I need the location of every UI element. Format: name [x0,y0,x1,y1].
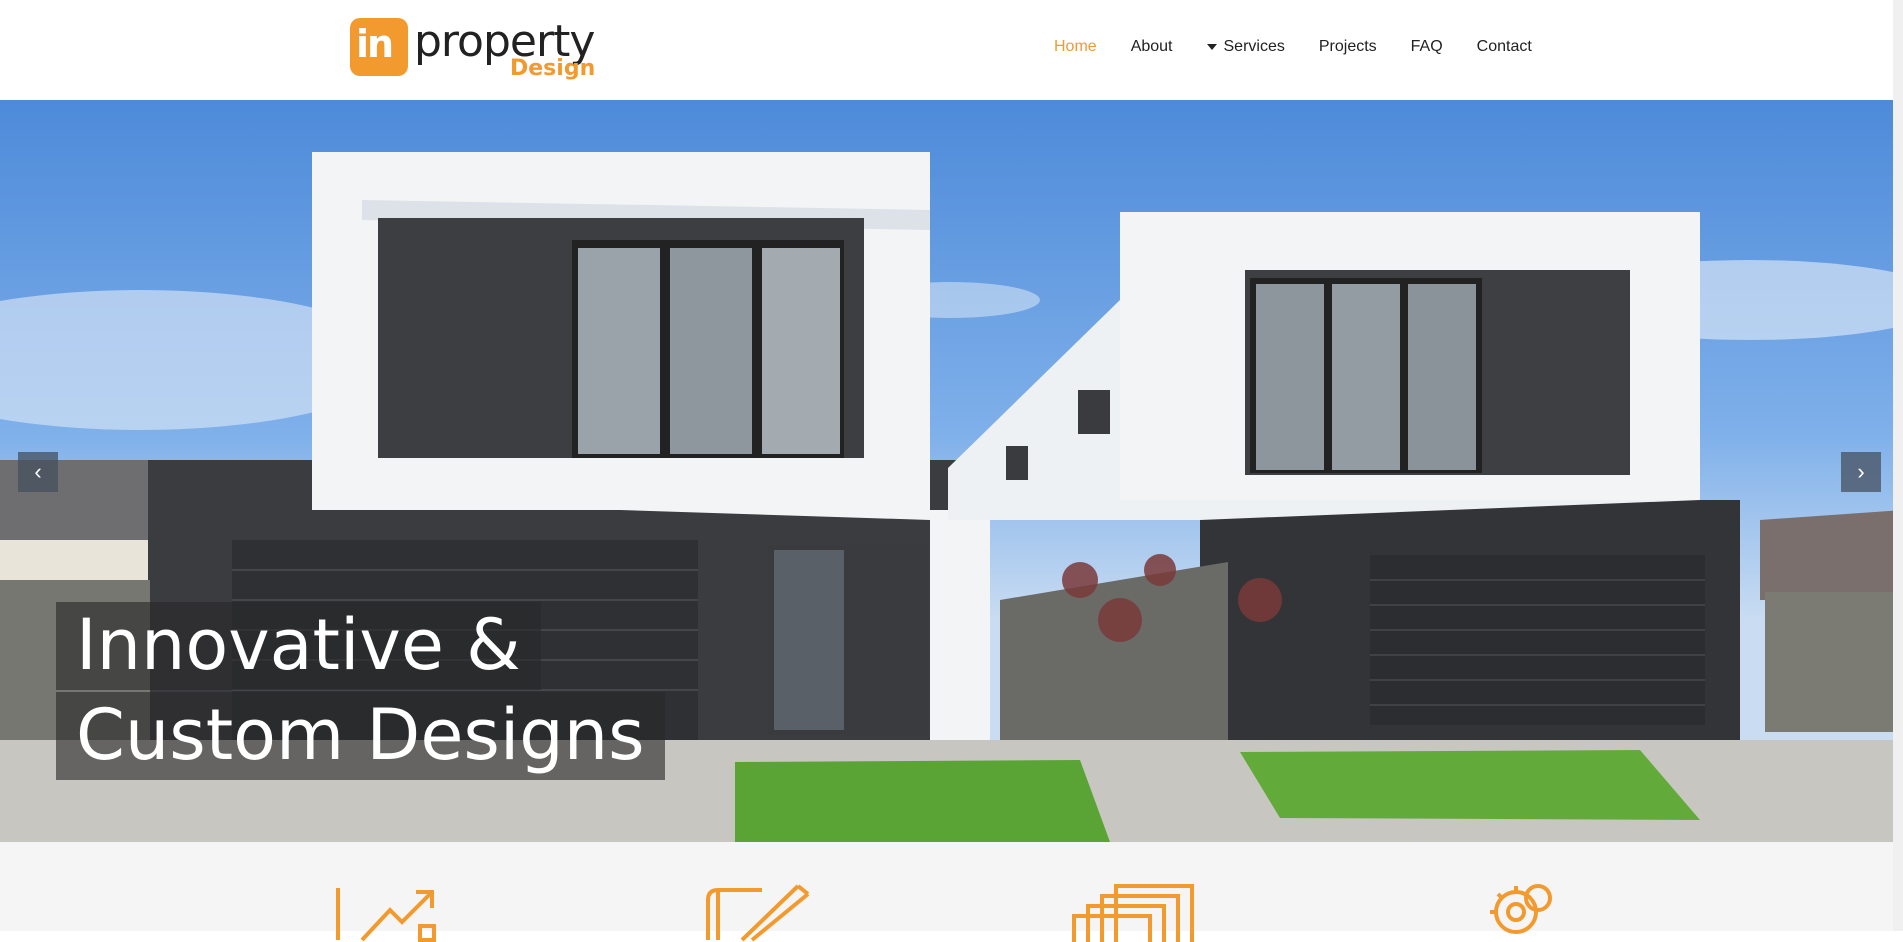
nav-faq[interactable]: FAQ [1411,38,1443,56]
chevron-right-icon: › [1857,459,1865,484]
page-scrollbar[interactable] [1893,0,1903,931]
nav-services[interactable]: Services [1206,38,1285,56]
nav-about[interactable]: About [1131,38,1173,56]
hero-slider: ‹ › Innovative & Custom Designs [0,100,1903,842]
nav-contact[interactable]: Contact [1477,38,1532,56]
nav-projects[interactable]: Projects [1319,38,1377,56]
nav-home[interactable]: Home [1054,38,1097,56]
logo[interactable]: in property Design [350,16,632,82]
main-nav: Home About Services Projects FAQ Contact [1054,38,1566,56]
nav-services-label: Services [1223,38,1285,55]
gear-icon [1490,884,1552,934]
documents-stack-icon [1072,884,1194,942]
blueprint-pencil-icon [706,884,810,942]
chevron-left-icon: ‹ [34,459,42,484]
features-strip [0,842,1903,942]
growth-chart-icon [336,888,436,942]
caret-down-icon [1206,44,1217,50]
hero-headline-line1: Innovative & [56,602,541,690]
logo-badge: in [350,18,408,76]
slider-next-button[interactable]: › [1841,452,1881,492]
slider-prev-button[interactable]: ‹ [18,452,58,492]
site-header: in property Design Home About Services P… [0,0,1903,100]
logo-mark: in [356,22,394,66]
logo-sub: Design [510,56,596,81]
hero-headline-line2: Custom Designs [56,692,665,780]
